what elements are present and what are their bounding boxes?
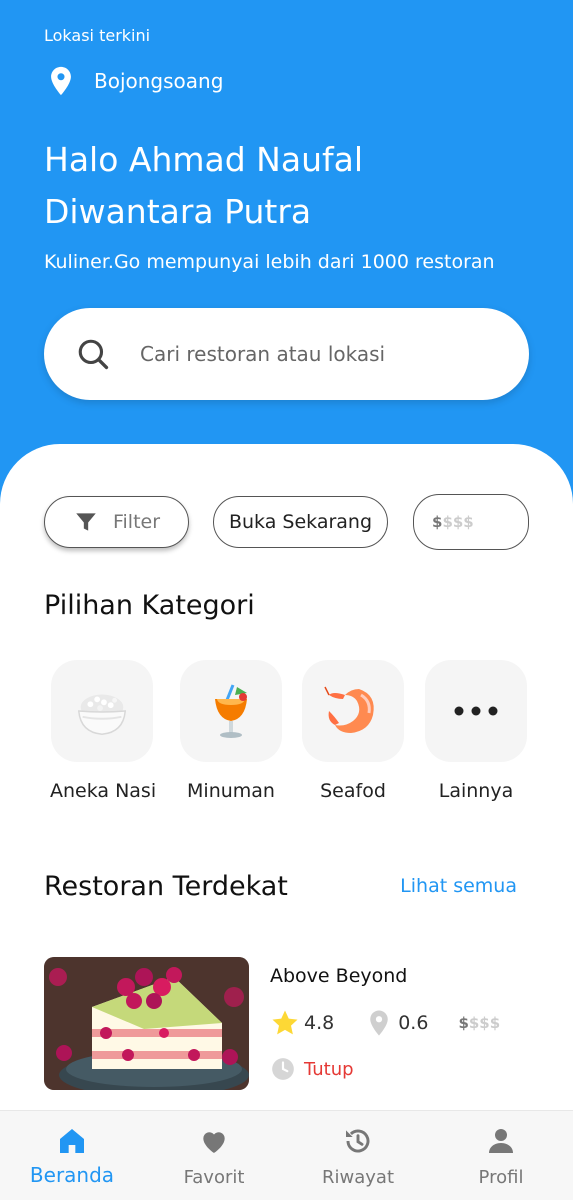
nav-profil[interactable]: Profil xyxy=(441,1125,561,1188)
nav-riwayat[interactable]: Riwayat xyxy=(298,1125,418,1188)
filter-button[interactable]: Filter xyxy=(44,496,189,548)
price-filter-chip[interactable]: $ $$$ xyxy=(413,494,529,550)
category-aneka-nasi[interactable]: Aneka Nasi xyxy=(50,660,157,802)
home-icon xyxy=(60,1129,84,1153)
price-inactive: $$$ xyxy=(468,1014,501,1032)
star-icon xyxy=(272,1010,298,1035)
restaurant-status: Tutup xyxy=(270,1056,354,1082)
restaurant-price: $ $$$ xyxy=(458,1014,500,1032)
nav-label: Beranda xyxy=(29,1163,115,1187)
restaurant-meta: 4.8 0.6 $ $$$ xyxy=(270,1008,530,1038)
header: Lokasi terkini Bojongsoang Halo Ahmad Na… xyxy=(0,0,573,470)
price-inactive: $$$ xyxy=(442,513,474,531)
category-tile xyxy=(51,660,153,762)
search-icon xyxy=(78,339,109,370)
tagline: Kuliner.Go mempunyai lebih dari 1000 res… xyxy=(44,251,495,273)
category-label: Seafod xyxy=(320,780,386,802)
nearby-title: Restoran Terdekat xyxy=(44,871,288,902)
category-minuman[interactable]: Minuman xyxy=(179,660,283,802)
rice-bowl-icon xyxy=(77,694,127,735)
price-active: $ xyxy=(432,513,443,531)
main-content: Filter Buka Sekarang $ $$$ Pilihan Katego… xyxy=(0,444,573,1200)
location-pin-icon xyxy=(370,1010,388,1036)
category-lainnya[interactable]: Lainnya xyxy=(424,660,528,802)
nav-label: Profil xyxy=(478,1167,524,1188)
more-icon xyxy=(454,706,498,716)
category-label: Lainnya xyxy=(438,780,514,802)
shrimp-icon xyxy=(324,686,374,733)
history-icon xyxy=(346,1129,370,1153)
category-tile xyxy=(302,660,404,762)
nav-label: Favorit xyxy=(183,1167,245,1188)
drink-icon xyxy=(215,684,247,738)
location-pin-icon xyxy=(51,66,71,96)
open-now-chip[interactable]: Buka Sekarang xyxy=(213,496,388,548)
restaurant-image[interactable] xyxy=(44,957,249,1090)
category-label: Minuman xyxy=(187,780,275,802)
category-tile xyxy=(425,660,527,762)
search-input[interactable] xyxy=(140,342,500,366)
bottom-navigation: Beranda Favorit Riwayat Profil xyxy=(0,1110,573,1200)
status-label: Tutup xyxy=(304,1058,354,1080)
nav-label: Riwayat xyxy=(322,1167,394,1188)
location-name: Bojongsoang xyxy=(94,69,224,93)
category-tile xyxy=(180,660,282,762)
nav-beranda[interactable]: Beranda xyxy=(12,1125,132,1187)
clock-icon xyxy=(272,1058,294,1080)
category-label: Aneka Nasi xyxy=(50,780,157,802)
category-seafod[interactable]: Seafod xyxy=(301,660,405,802)
distance: 0.6 xyxy=(364,1008,428,1038)
heart-icon xyxy=(203,1132,225,1153)
category-title: Pilihan Kategori xyxy=(44,590,255,621)
profile-icon xyxy=(489,1129,513,1153)
open-now-label: Buka Sekarang xyxy=(228,511,373,533)
distance-value: 0.6 xyxy=(398,1012,429,1034)
filter-icon xyxy=(76,513,96,531)
nav-favorit[interactable]: Favorit xyxy=(154,1125,274,1188)
filter-label: Filter xyxy=(112,511,161,533)
see-all-link[interactable]: Lihat semua xyxy=(400,875,517,897)
location-selector[interactable]: Bojongsoang xyxy=(44,64,223,98)
location-caption: Lokasi terkini xyxy=(44,26,151,45)
greeting-title: Halo Ahmad Naufal Diwantara Putra xyxy=(44,140,364,231)
restaurant-name[interactable]: Above Beyond xyxy=(270,965,407,987)
rating: 4.8 xyxy=(270,1008,334,1038)
price-active: $ xyxy=(458,1014,469,1032)
rating-value: 4.8 xyxy=(304,1012,335,1034)
search-bar[interactable] xyxy=(44,308,529,400)
